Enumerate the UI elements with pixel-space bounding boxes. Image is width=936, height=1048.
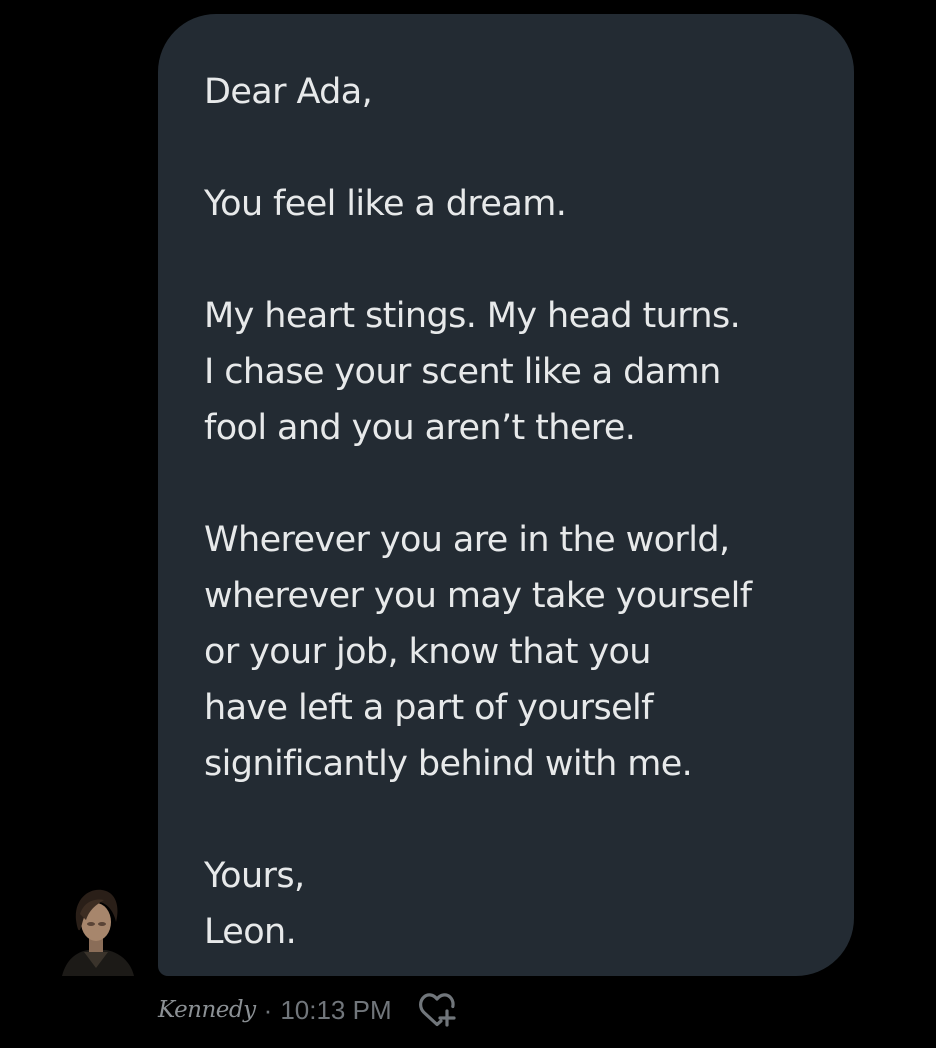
message-line-break — [204, 120, 834, 176]
message-meta: Kennedy · 10:13 PM — [158, 990, 460, 1030]
message-line: Yours, — [204, 856, 305, 896]
add-reaction-button[interactable] — [414, 990, 460, 1030]
message-line-break — [204, 232, 834, 288]
message-line: You feel like a dream. — [204, 184, 567, 224]
sender-name: Kennedy — [158, 997, 256, 1023]
message-line: I chase your scent like a damn — [204, 352, 721, 392]
message-line-break — [204, 792, 834, 848]
message-line: or your job, know that you — [204, 632, 651, 672]
message-line: significantly behind with me. — [204, 744, 693, 784]
meta-separator: · — [263, 994, 273, 1025]
message-bubble[interactable]: Dear Ada, You feel like a dream. My hear… — [158, 14, 854, 976]
add-reaction-heart-icon — [418, 993, 456, 1027]
message-line: wherever you may take yourself — [204, 576, 752, 616]
message-line: My heart stings. My head turns. — [204, 296, 741, 336]
message-line-break — [204, 456, 834, 512]
message-line: fool and you aren’t there. — [204, 408, 636, 448]
message-line: have left a part of yourself — [204, 688, 653, 728]
message-line: Dear Ada, — [204, 72, 373, 112]
avatar-portrait-image — [62, 889, 134, 976]
avatar[interactable] — [58, 886, 134, 976]
message-line: Leon. — [204, 912, 297, 952]
message-timestamp: 10:13 PM — [280, 994, 392, 1025]
message-line: Wherever you are in the world, — [204, 520, 730, 560]
